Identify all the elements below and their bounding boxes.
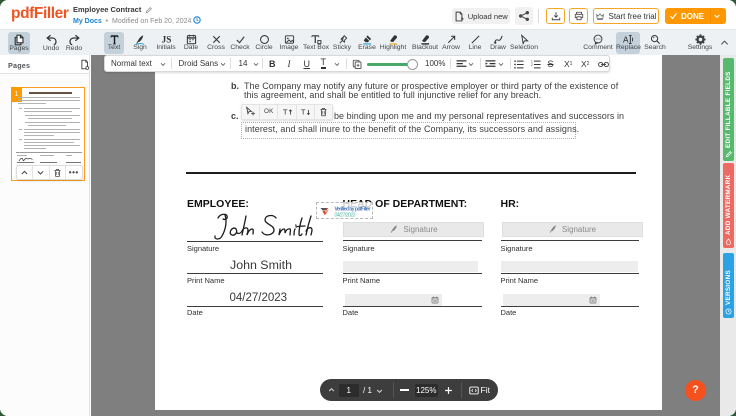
- svg-text:T: T: [301, 107, 306, 116]
- svg-text:04/27/2023: 04/27/2023: [335, 213, 356, 219]
- svg-text:T: T: [282, 107, 287, 116]
- svg-text:2: 2: [531, 63, 533, 67]
- svg-text:A: A: [622, 35, 628, 44]
